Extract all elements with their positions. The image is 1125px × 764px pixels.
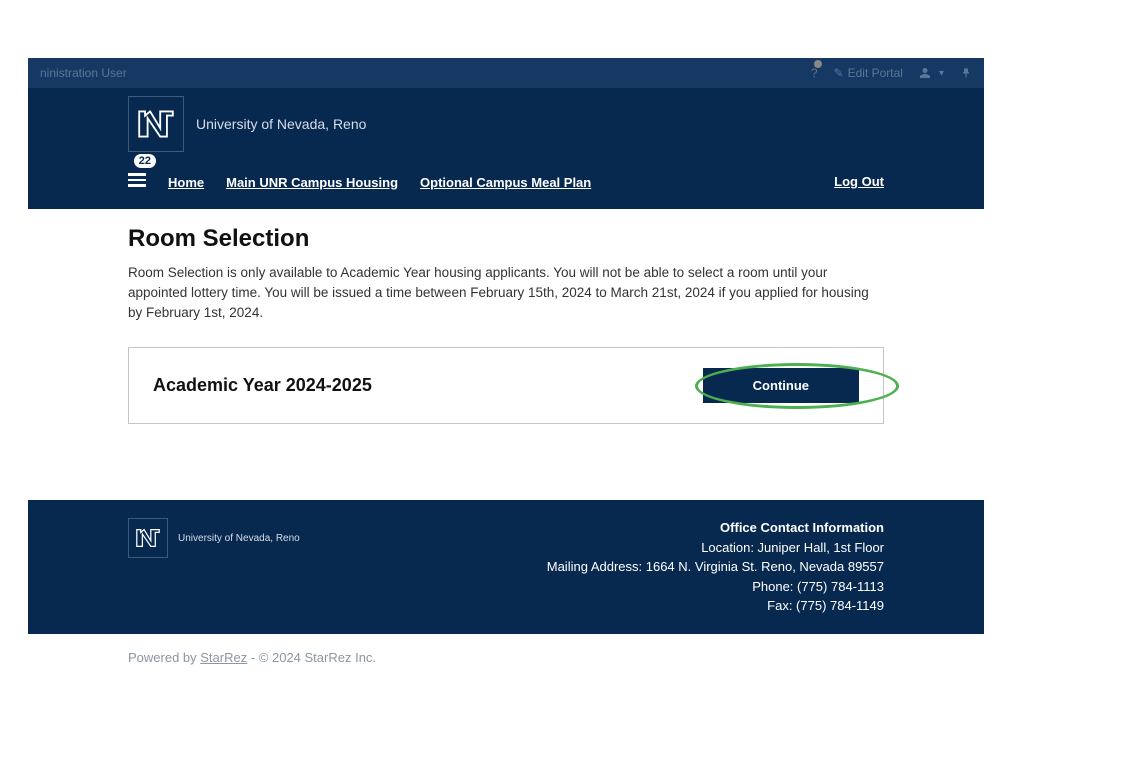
- menu-badge: 22: [134, 154, 156, 168]
- edit-portal-link[interactable]: ✎ Edit Portal: [834, 66, 903, 80]
- nav-main-housing[interactable]: Main UNR Campus Housing: [226, 175, 398, 190]
- menu-toggle[interactable]: 22: [128, 170, 146, 195]
- contact-mailing: Mailing Address: 1664 N. Virginia St. Re…: [547, 557, 884, 577]
- contact-fax: Fax: (775) 784-1149: [547, 596, 884, 616]
- powered-by: Powered by StarRez - © 2024 StarRez Inc.: [28, 634, 984, 681]
- continue-button[interactable]: Continue: [703, 368, 859, 403]
- admin-user-label: ninistration User: [40, 66, 127, 80]
- powered-suffix: - © 2024 StarRez Inc.: [247, 650, 376, 665]
- university-name: University of Nevada, Reno: [196, 116, 366, 132]
- logo-box: [128, 96, 184, 152]
- pushpin-icon[interactable]: [960, 67, 972, 79]
- pencil-icon: ✎: [834, 66, 844, 80]
- header: University of Nevada, Reno: [28, 88, 984, 160]
- contact-location: Location: Juniper Hall, 1st Floor: [547, 538, 884, 558]
- nav-home[interactable]: Home: [168, 175, 204, 190]
- term-selection-card: Academic Year 2024-2025 Continue: [128, 347, 884, 424]
- admin-actions: ? ✎ Edit Portal: [811, 66, 972, 80]
- edit-portal-label: Edit Portal: [848, 66, 903, 80]
- intro-text: Room Selection is only available to Acad…: [128, 263, 884, 324]
- main-content: Room Selection Room Selection is only av…: [28, 209, 984, 465]
- notification-dot: [814, 60, 822, 68]
- admin-toolbar: ninistration User ? ✎ Edit Portal: [28, 58, 984, 88]
- powered-prefix: Powered by: [128, 650, 200, 665]
- nav-meal-plan[interactable]: Optional Campus Meal Plan: [420, 175, 591, 190]
- footer: University of Nevada, Reno Office Contac…: [28, 500, 984, 634]
- footer-brand: University of Nevada, Reno: [128, 518, 300, 558]
- nav-logout[interactable]: Log Out: [834, 174, 884, 189]
- logo-n-icon: [135, 103, 177, 145]
- help-icon[interactable]: ?: [811, 66, 818, 80]
- hamburger-icon: [128, 170, 146, 190]
- page-title: Room Selection: [128, 225, 884, 253]
- footer-logo-box: [128, 518, 168, 558]
- powered-link[interactable]: StarRez: [200, 650, 247, 665]
- footer-university-name: University of Nevada, Reno: [178, 533, 300, 544]
- footer-contact: Office Contact Information Location: Jun…: [547, 518, 884, 616]
- user-menu-icon[interactable]: [919, 67, 944, 79]
- main-nav: 22 Home Main UNR Campus Housing Optional…: [28, 160, 984, 209]
- footer-logo-n-icon: [134, 524, 162, 552]
- term-title: Academic Year 2024-2025: [153, 375, 372, 396]
- contact-heading: Office Contact Information: [547, 518, 884, 538]
- contact-phone: Phone: (775) 784-1113: [547, 577, 884, 597]
